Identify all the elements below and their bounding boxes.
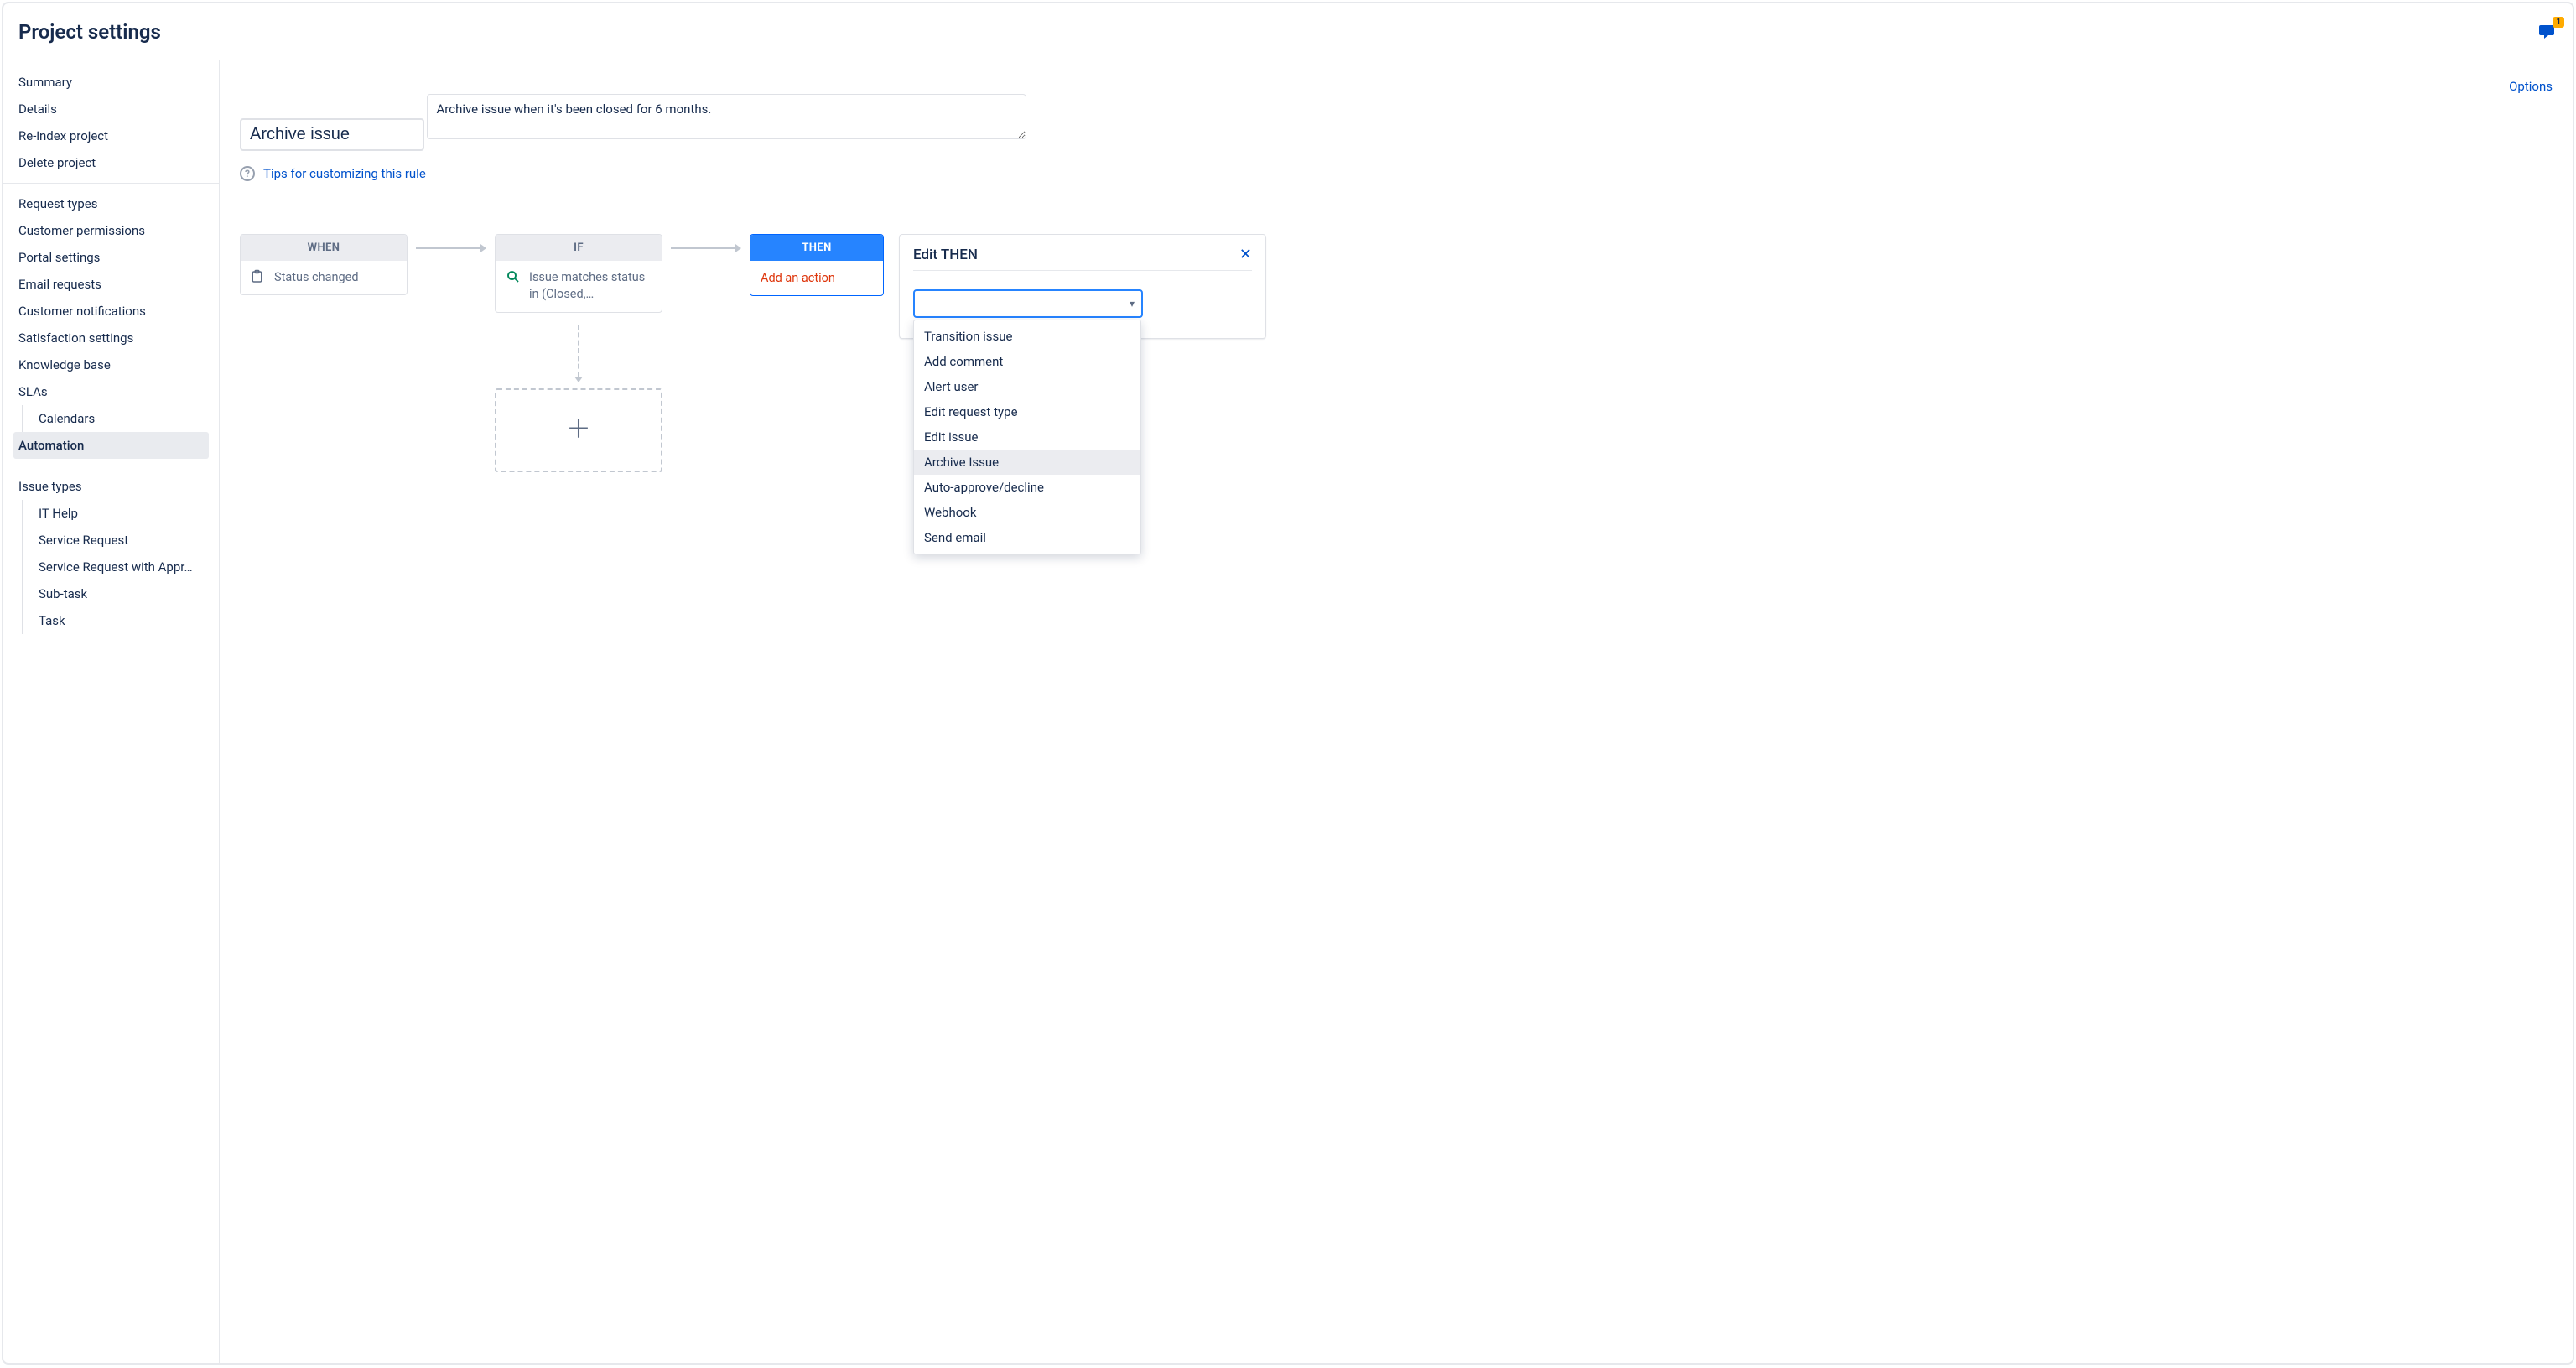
topbar: Project settings 1 (3, 3, 2573, 60)
when-text: Status changed (274, 269, 359, 286)
arrow-icon (416, 247, 486, 249)
sidebar-item-summary[interactable]: Summary (13, 69, 209, 96)
sidebar-item-details[interactable]: Details (13, 96, 209, 122)
panel-title: Edit THEN (913, 247, 978, 263)
sidebar-item-knowledge-base[interactable]: Knowledge base (13, 351, 209, 378)
action-option-edit-request-type[interactable]: Edit request type (914, 399, 1140, 424)
sidebar-item-delete-project[interactable]: Delete project (13, 149, 209, 176)
add-condition-button[interactable]: ＋ (495, 388, 662, 472)
action-option-alert-user[interactable]: Alert user (914, 374, 1140, 399)
action-option-edit-issue[interactable]: Edit issue (914, 424, 1140, 450)
sidebar-item-email-requests[interactable]: Email requests (13, 271, 209, 298)
edit-then-panel: Edit THEN ✕ ▾ Transition issueAdd commen… (899, 234, 1266, 339)
sidebar-item-service-request[interactable]: Service Request (34, 527, 209, 554)
sidebar-item-portal-settings[interactable]: Portal settings (13, 244, 209, 271)
sidebar-item-automation[interactable]: Automation (13, 432, 209, 459)
arrow-icon (671, 247, 741, 249)
tips-link[interactable]: Tips for customizing this rule (263, 166, 426, 181)
feedback-badge: 1 (2553, 17, 2564, 28)
action-select[interactable]: ▾ (913, 289, 1143, 318)
action-option-transition-issue[interactable]: Transition issue (914, 324, 1140, 349)
then-header: THEN (750, 235, 883, 261)
plus-icon: ＋ (566, 418, 591, 443)
arrow-down-icon (578, 325, 579, 377)
search-icon (506, 269, 521, 284)
sidebar-item-slas[interactable]: SLAs (13, 378, 209, 405)
sidebar: SummaryDetailsRe-index projectDelete pro… (3, 60, 220, 1363)
sidebar-item-request-types[interactable]: Request types (13, 190, 209, 217)
when-header: WHEN (241, 235, 407, 261)
sidebar-item-task[interactable]: Task (34, 607, 209, 634)
rule-title-input[interactable] (240, 118, 424, 151)
feedback-icon[interactable]: 1 (2537, 22, 2558, 42)
sidebar-item-service-request-with-appr-[interactable]: Service Request with Appr… (34, 554, 209, 580)
action-option-auto-approve-decline[interactable]: Auto-approve/decline (914, 475, 1140, 500)
sidebar-divider (3, 183, 219, 184)
sidebar-item-customer-notifications[interactable]: Customer notifications (13, 298, 209, 325)
action-option-webhook[interactable]: Webhook (914, 500, 1140, 525)
action-dropdown: Transition issueAdd commentAlert userEdi… (913, 320, 1141, 554)
status-changed-icon (251, 269, 266, 284)
if-card[interactable]: IF Issue matches status in (Closed,… (495, 234, 662, 313)
main-content: Options ? Tips for customizing this rule… (220, 60, 2573, 1363)
if-header: IF (496, 235, 662, 261)
sidebar-item-it-help[interactable]: IT Help (34, 500, 209, 527)
sidebar-item-satisfaction-settings[interactable]: Satisfaction settings (13, 325, 209, 351)
options-link[interactable]: Options (2509, 79, 2553, 94)
chevron-down-icon: ▾ (1130, 298, 1135, 309)
sidebar-item-calendars[interactable]: Calendars (34, 405, 209, 432)
action-option-add-comment[interactable]: Add comment (914, 349, 1140, 374)
sidebar-item-customer-permissions[interactable]: Customer permissions (13, 217, 209, 244)
action-option-archive-issue[interactable]: Archive Issue (914, 450, 1140, 475)
action-option-send-email[interactable]: Send email (914, 525, 1140, 550)
sidebar-item-sub-task[interactable]: Sub-task (34, 580, 209, 607)
close-icon[interactable]: ✕ (1239, 247, 1252, 263)
page-title: Project settings (18, 20, 161, 44)
rule-description-input[interactable] (427, 94, 1026, 139)
help-icon: ? (240, 166, 255, 181)
then-card[interactable]: THEN Add an action (750, 234, 884, 296)
sidebar-item-re-index-project[interactable]: Re-index project (13, 122, 209, 149)
if-text: Issue matches status in (Closed,… (529, 269, 652, 304)
automation-flow: WHEN Status changed IF (240, 234, 884, 472)
then-text: Add an action (750, 261, 883, 295)
when-card[interactable]: WHEN Status changed (240, 234, 408, 295)
sidebar-heading-issue-types: Issue types (13, 473, 209, 500)
